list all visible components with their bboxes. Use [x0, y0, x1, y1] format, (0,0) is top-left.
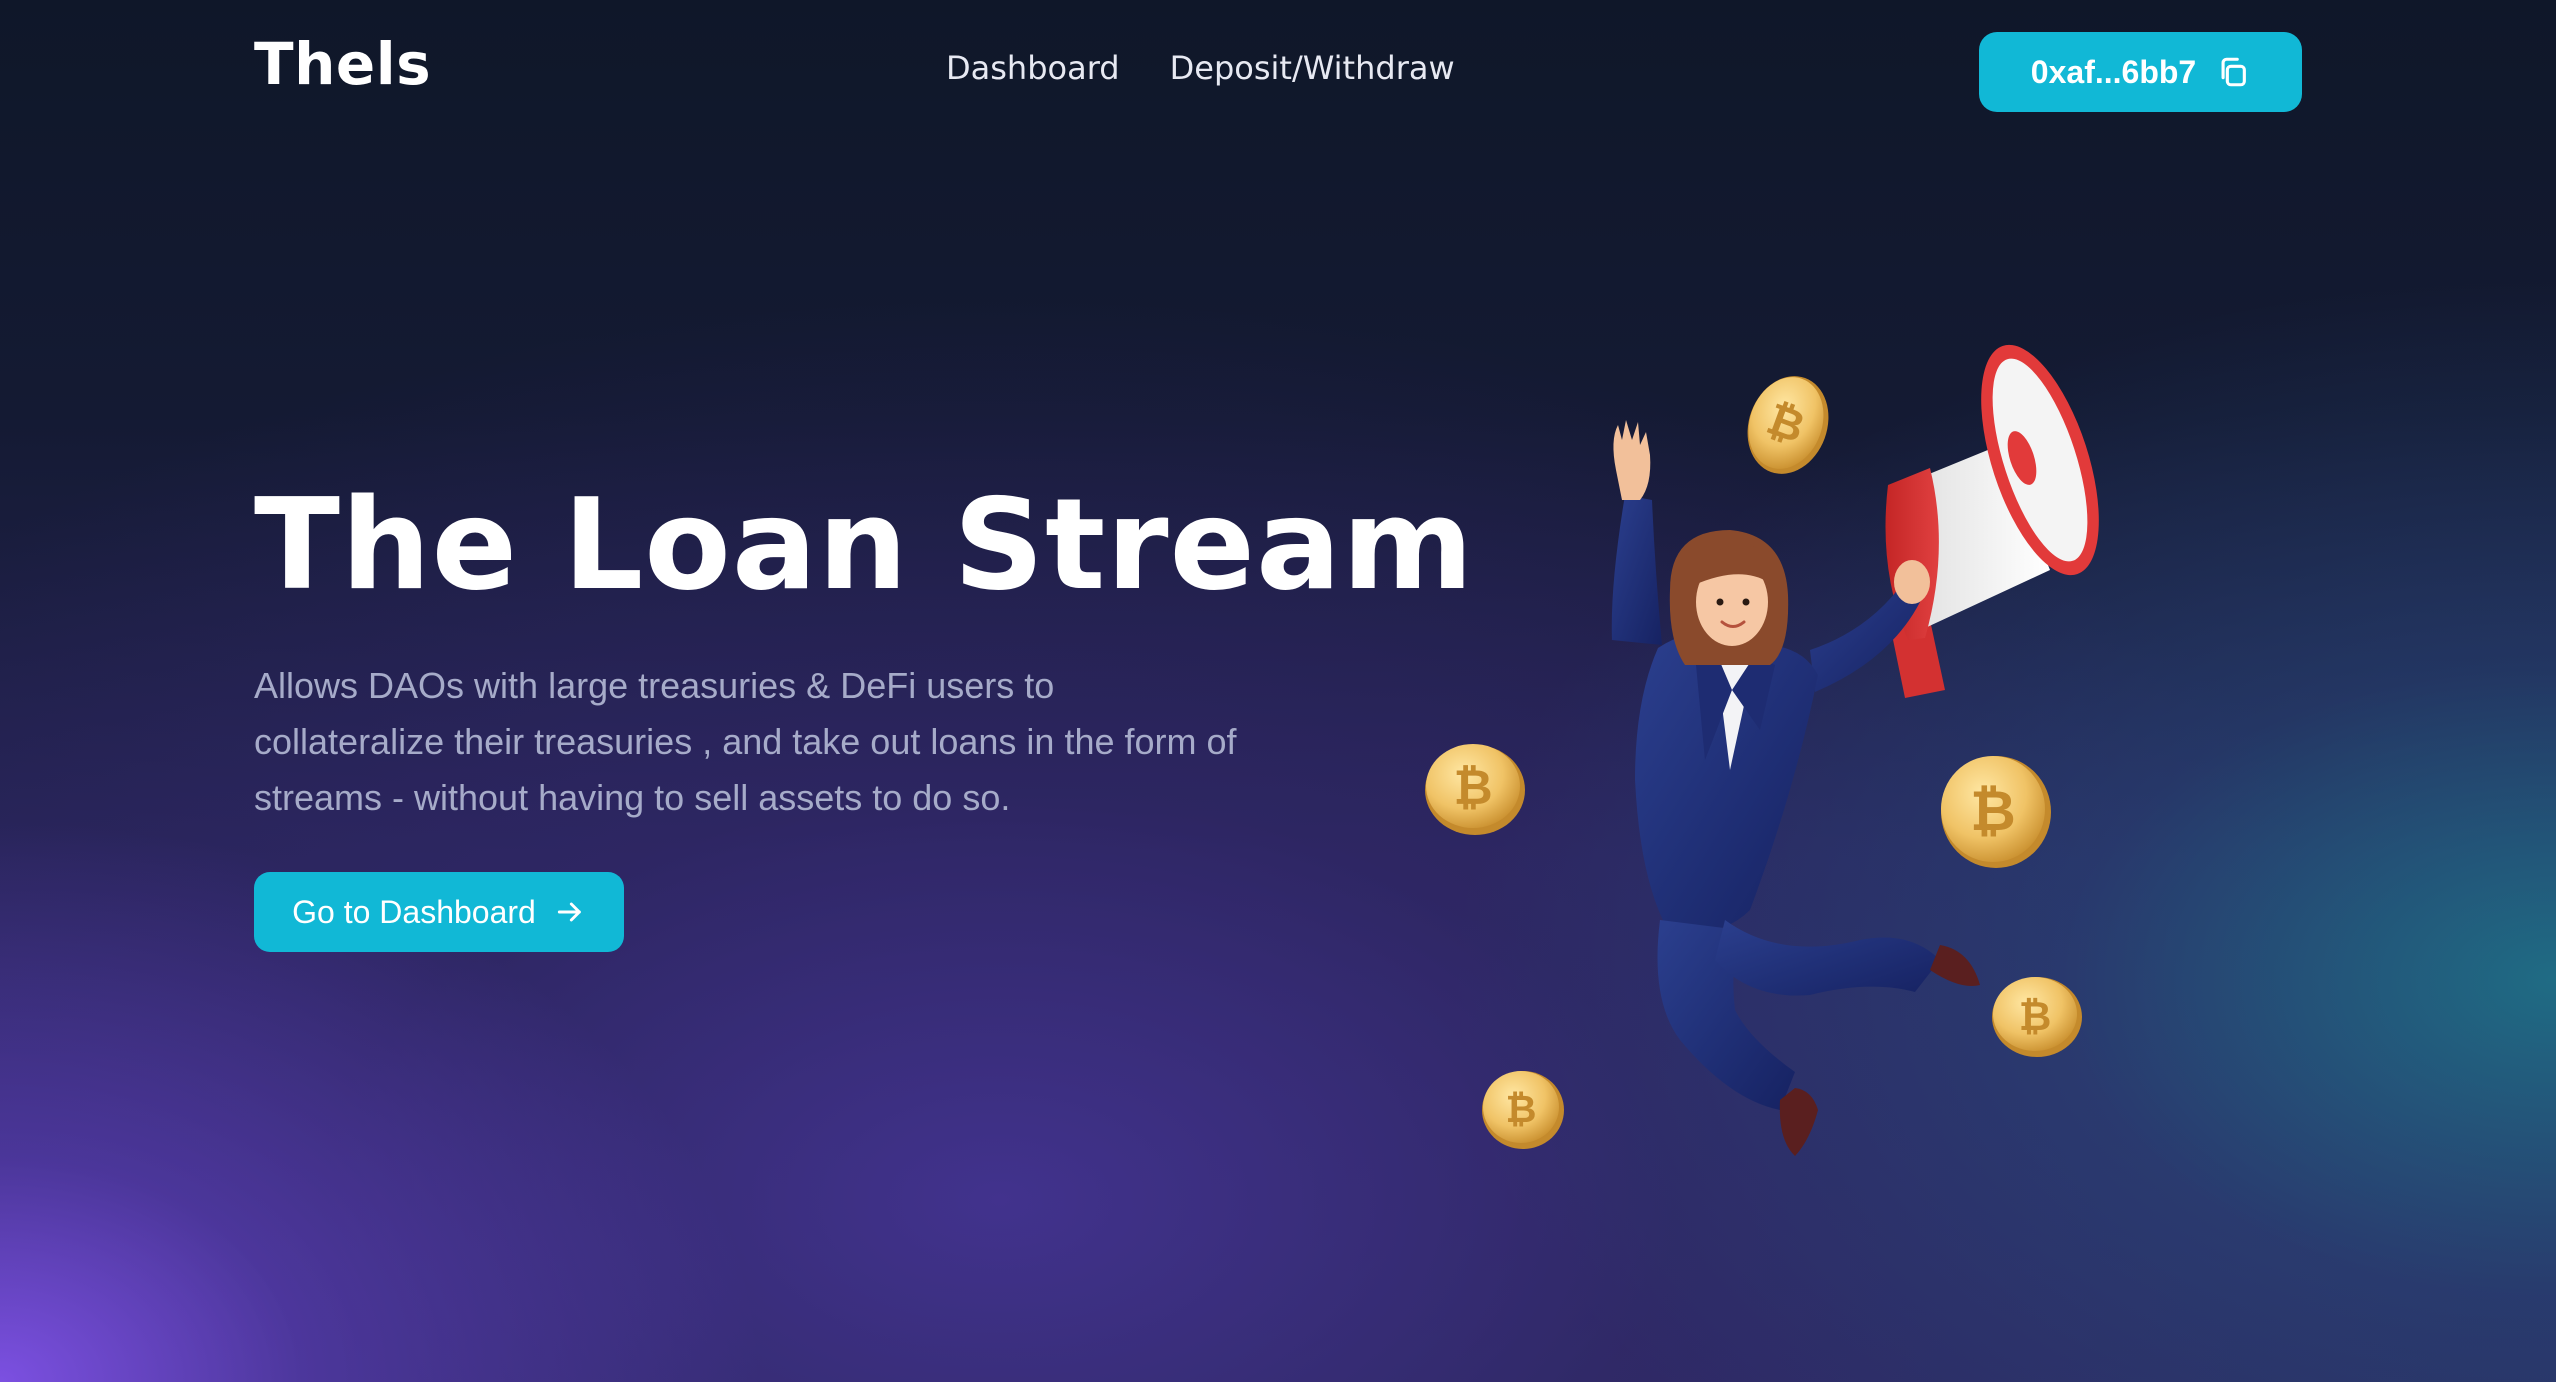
svg-text:₿: ₿: [1506, 1087, 1537, 1131]
wallet-address: 0xaf...6bb7: [2030, 53, 2197, 90]
megaphone-icon: [1885, 344, 2099, 698]
coin-icon: ₿: [1747, 376, 1829, 474]
nav-link-dashboard[interactable]: Dashboard: [946, 52, 1120, 84]
main-nav: Dashboard Deposit/Withdraw: [946, 52, 1455, 84]
go-to-dashboard-button[interactable]: Go to Dashboard: [254, 872, 624, 952]
top-navigation-bar: Thels Dashboard Deposit/Withdraw 0xaf...…: [0, 0, 2556, 145]
svg-text:₿: ₿: [1453, 760, 1492, 816]
logo[interactable]: Thels: [254, 35, 431, 93]
coin-icon: ₿: [1425, 744, 1525, 835]
hero-description: Allows DAOs with large treasuries & DeFi…: [254, 665, 1237, 818]
wallet-address-button[interactable]: 0xaf...6bb7: [1979, 32, 2302, 112]
copy-icon[interactable]: [2216, 55, 2250, 89]
coin-icon: ₿: [1941, 756, 2051, 868]
svg-text:₿: ₿: [1970, 779, 2016, 844]
nav-link-deposit-withdraw[interactable]: Deposit/Withdraw: [1170, 52, 1455, 84]
coin-icon: ₿: [1992, 977, 2082, 1057]
cta-label: Go to Dashboard: [292, 893, 536, 930]
hero-illustration: ₿ ₿ ₿ ₿ ₿: [1425, 344, 2099, 1156]
arrow-right-icon: [557, 902, 581, 922]
svg-text:₿: ₿: [2019, 994, 2052, 1040]
hero-title: The Loan Stream: [254, 471, 1475, 618]
coin-icon: ₿: [1482, 1071, 1564, 1149]
